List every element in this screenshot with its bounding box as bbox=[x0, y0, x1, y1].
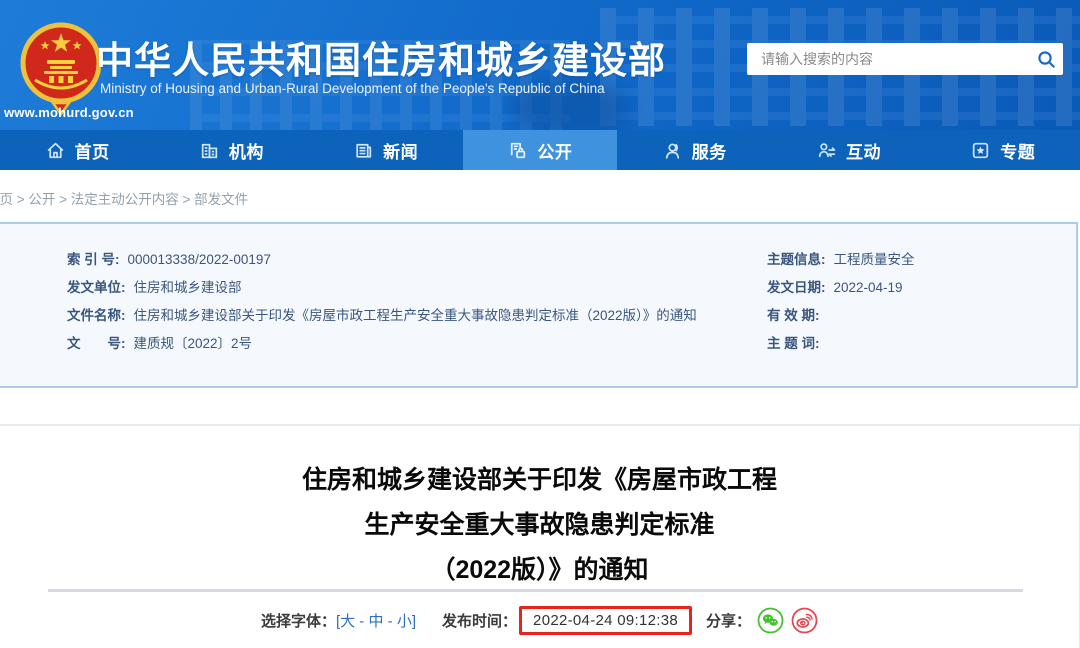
nav-item-label: 公开 bbox=[537, 142, 573, 162]
home-icon bbox=[45, 140, 66, 161]
news-icon bbox=[353, 140, 374, 161]
meta-label: 索 引 号: bbox=[67, 252, 120, 267]
meta-row-keywords: 主 题 词: bbox=[767, 330, 915, 358]
nav-item-org[interactable]: 机构 bbox=[154, 130, 308, 170]
interaction-icon bbox=[816, 140, 837, 161]
meta-value: 工程质量安全 bbox=[833, 252, 915, 267]
article-title-line: 生产安全重大事故隐患判定标准 bbox=[364, 511, 715, 539]
meta-label: 文 号: bbox=[67, 336, 126, 351]
meta-row-issuer: 发文单位: 住房和城乡建设部 bbox=[67, 274, 697, 302]
nav-item-interaction[interactable]: 互动 bbox=[771, 130, 925, 170]
search-input[interactable] bbox=[747, 43, 1029, 75]
meta-label: 主 题 词: bbox=[767, 336, 820, 351]
service-icon bbox=[662, 140, 683, 161]
page: www.mohurd.gov.cn 中华人民共和国住房和城乡建设部 Minist… bbox=[0, 0, 1080, 648]
nav-item-news[interactable]: 新闻 bbox=[309, 130, 463, 170]
article-toolbar: 选择字体： [大 - 中 - 小] 发布时间： 2022-04-24 09:12… bbox=[0, 604, 1079, 636]
topics-icon bbox=[970, 140, 991, 161]
article-title: 住房和城乡建设部关于印发《房屋市政工程 生产安全重大事故隐患判定标准 （2022… bbox=[0, 458, 1079, 593]
weibo-icon bbox=[791, 607, 818, 633]
bracket-close: ] bbox=[411, 612, 417, 630]
main-nav: 首页 机构 新闻 公开 服务 互动 专题 bbox=[0, 130, 1080, 170]
nav-item-label: 首页 bbox=[74, 142, 110, 162]
publish-time-label: 发布时间： bbox=[442, 612, 518, 630]
nav-item-label: 机构 bbox=[228, 142, 264, 162]
font-size-medium-link[interactable]: 中 bbox=[368, 613, 383, 630]
nav-item-label: 服务 bbox=[691, 142, 727, 162]
nav-item-topics[interactable]: 专题 bbox=[926, 130, 1080, 170]
meta-value: 000013338/2022-00197 bbox=[127, 252, 271, 267]
nav-item-home[interactable]: 首页 bbox=[0, 130, 154, 170]
article-title-line: 住房和城乡建设部关于印发《房屋市政工程 bbox=[301, 466, 777, 494]
meta-label: 发文日期: bbox=[767, 280, 826, 295]
search-box bbox=[747, 43, 1063, 75]
meta-label: 主题信息: bbox=[767, 252, 826, 267]
meta-row-topic-info: 主题信息: 工程质量安全 bbox=[767, 246, 915, 274]
document-meta-panel: 索 引 号: 000013338/2022-00197 发文单位: 住房和城乡建设部… bbox=[0, 222, 1078, 388]
nav-item-label: 互动 bbox=[845, 142, 881, 162]
wechat-share-button[interactable] bbox=[757, 607, 784, 634]
nav-item-label: 新闻 bbox=[383, 142, 419, 162]
meta-row-doc-name: 文件名称: 住房和城乡建设部关于印发《房屋市政工程生产安全重大事故隐患判定标准（2… bbox=[67, 302, 697, 330]
share-label: 分享： bbox=[706, 612, 752, 630]
meta-left-column: 索 引 号: 000013338/2022-00197 发文单位: 住房和城乡建设部… bbox=[67, 246, 697, 358]
nav-item-disclosure[interactable]: 公开 bbox=[462, 130, 618, 170]
font-size-small-link[interactable]: 小 bbox=[397, 613, 412, 630]
share-icons bbox=[757, 607, 818, 634]
meta-row-validity: 有 效 期: bbox=[767, 302, 915, 330]
meta-row-doc-no: 文 号: 建质规〔2022〕2号 bbox=[67, 330, 697, 358]
meta-value: 住房和城乡建设部 bbox=[133, 280, 242, 295]
meta-right-column: 主题信息: 工程质量安全 发文日期: 2022-04-19 有 效 期: 主 题 词… bbox=[767, 246, 915, 358]
separator: - bbox=[383, 612, 397, 630]
breadcrumb[interactable]: 首页 > 公开 > 法定主动公开内容 > 部发文件 bbox=[0, 188, 248, 208]
font-selector-label: 选择字体： bbox=[260, 612, 336, 630]
nav-item-label: 专题 bbox=[1000, 142, 1036, 162]
search-icon[interactable] bbox=[1029, 50, 1063, 69]
nav-item-service[interactable]: 服务 bbox=[617, 130, 771, 170]
meta-value: 住房和城乡建设部关于印发《房屋市政工程生产安全重大事故隐患判定标准（2022版）… bbox=[133, 308, 697, 323]
organization-icon bbox=[199, 140, 220, 161]
meta-label: 文件名称: bbox=[67, 308, 126, 323]
wechat-icon bbox=[757, 607, 784, 633]
font-size-large-link[interactable]: 大 bbox=[340, 613, 355, 630]
meta-value: 建质规〔2022〕2号 bbox=[133, 336, 253, 351]
breadcrumb-bar: 首页 > 公开 > 法定主动公开内容 > 部发文件 bbox=[0, 170, 1080, 222]
meta-label: 有 效 期: bbox=[767, 308, 820, 323]
article-title-line: （2022版）》的通知 bbox=[430, 556, 649, 584]
site-header: www.mohurd.gov.cn 中华人民共和国住房和城乡建设部 Minist… bbox=[0, 0, 1080, 138]
meta-row-issue-date: 发文日期: 2022-04-19 bbox=[767, 274, 915, 302]
site-title: 中华人民共和国住房和城乡建设部 bbox=[96, 40, 666, 81]
meta-label: 发文单位: bbox=[67, 280, 126, 295]
publish-time-highlight: 2022-04-24 09:12:38 bbox=[519, 605, 693, 635]
divider-line bbox=[48, 589, 1023, 592]
publish-time-value: 2022-04-24 09:12:38 bbox=[533, 611, 679, 629]
meta-value: 2022-04-19 bbox=[833, 280, 903, 295]
site-url: www.mohurd.gov.cn bbox=[4, 105, 134, 120]
font-size-selector: [大 - 中 - 小] bbox=[336, 610, 416, 631]
national-emblem-icon bbox=[20, 22, 102, 116]
meta-row-index-no: 索 引 号: 000013338/2022-00197 bbox=[67, 246, 697, 274]
weibo-share-button[interactable] bbox=[791, 607, 818, 634]
disclosure-icon bbox=[507, 140, 528, 161]
site-title-en: Ministry of Housing and Urban-Rural Deve… bbox=[100, 81, 605, 96]
separator: - bbox=[355, 612, 369, 630]
article-panel: 住房和城乡建设部关于印发《房屋市政工程 生产安全重大事故隐患判定标准 （2022… bbox=[0, 424, 1080, 648]
